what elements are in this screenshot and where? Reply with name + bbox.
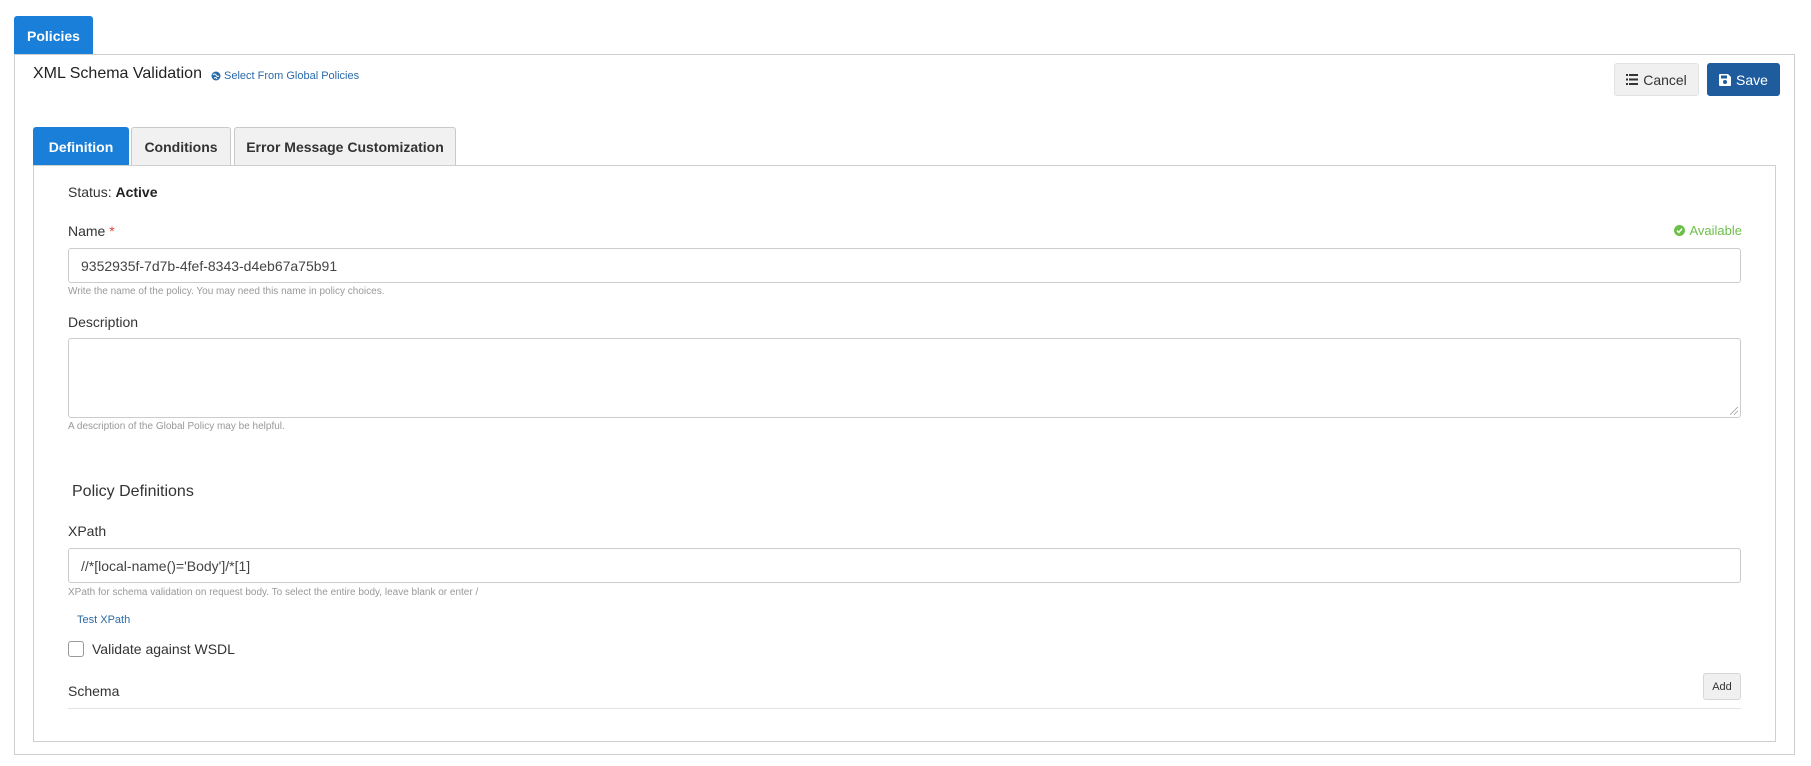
description-label: Description [68,314,139,330]
description-field[interactable] [68,338,1741,418]
select-global-policies-label: Select From Global Policies [224,70,360,82]
save-button-label: Save [1736,71,1768,88]
xpath-field[interactable]: //*[local-name()='Body']/*[1] [68,548,1741,583]
availability-label: Available [1689,223,1742,238]
select-global-policies-link[interactable]: Select From Global Policies [211,70,359,82]
list-icon [1626,74,1639,85]
test-xpath-link[interactable]: Test XPath [77,614,130,626]
cancel-button-label: Cancel [1643,71,1687,88]
tab-policies[interactable]: Policies [14,16,93,55]
validate-wsdl-checkbox[interactable] [68,641,84,657]
status-prefix: Status: [68,184,112,200]
status-value: Active [115,184,158,200]
xpath-field-value: //*[local-name()='Body']/*[1] [81,557,251,574]
name-help-text: Write the name of the policy. You may ne… [68,286,385,297]
validate-wsdl-label: Validate against WSDL [92,641,235,657]
floppy-disk-icon [1719,73,1732,86]
name-label-text: Name [68,223,106,239]
tab-definition[interactable]: Definition [33,127,129,165]
add-schema-button[interactable]: Add [1703,673,1741,700]
globe-icon [211,71,221,81]
resize-handle[interactable] [1730,407,1738,415]
policy-definitions-title: Policy Definitions [72,483,194,500]
policy-editor-page: Policies XML Schema Validation Select Fr… [0,0,1811,766]
xpath-help-text: XPath for schema validation on request b… [68,587,479,598]
tab-error-message-customization[interactable]: Error Message Customization [234,127,456,165]
tab-error-message-customization-label: Error Message Customization [246,138,444,155]
add-schema-button-label: Add [1712,680,1732,693]
availability-status: Available [1674,223,1742,238]
description-help-text: A description of the Global Policy may b… [68,421,285,432]
name-label: Name * [68,223,115,239]
page-title: XML Schema Validation [33,65,202,82]
name-field-value: 9352935f-7d7b-4fef-8343-d4eb67a75b91 [81,257,338,274]
tab-definition-label: Definition [48,138,114,155]
xpath-label: XPath [68,523,107,539]
tab-policies-label: Policies [27,27,80,44]
status-line: Status: Active [68,184,158,200]
name-field[interactable]: 9352935f-7d7b-4fef-8343-d4eb67a75b91 [68,248,1741,283]
required-mark: * [109,223,115,239]
cancel-button[interactable]: Cancel [1614,63,1699,96]
save-button[interactable]: Save [1707,63,1780,96]
tab-conditions[interactable]: Conditions [131,127,231,165]
check-circle-icon [1674,225,1686,236]
schema-label: Schema [68,683,120,699]
schema-divider [68,708,1741,709]
tab-conditions-label: Conditions [144,138,218,155]
